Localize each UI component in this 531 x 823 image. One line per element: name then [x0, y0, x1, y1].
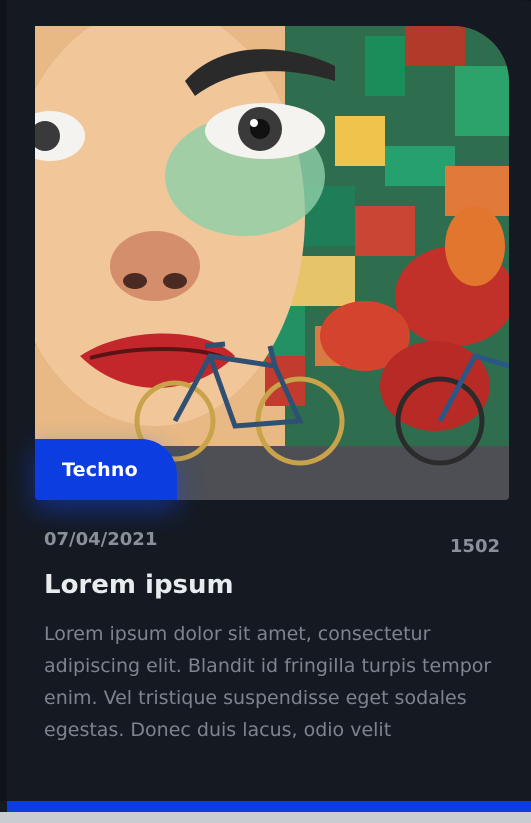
- progress-bar: [7, 801, 531, 812]
- article-image[interactable]: [35, 26, 509, 500]
- graffiti-mural-image: [35, 26, 509, 500]
- article-date: 07/04/2021: [44, 529, 158, 550]
- article-title[interactable]: Lorem ipsum: [44, 570, 234, 600]
- article-excerpt: Lorem ipsum dolor sit amet, consectetur …: [44, 623, 492, 741]
- bottom-strip: [0, 812, 531, 823]
- page: Techno 07/04/2021 1502 Lorem ipsum Lorem…: [0, 0, 531, 823]
- category-tag[interactable]: Techno: [35, 439, 177, 500]
- view-count: 1502: [449, 536, 500, 557]
